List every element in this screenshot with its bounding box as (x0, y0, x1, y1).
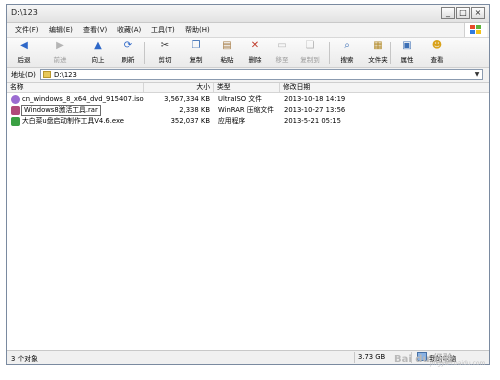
cut-button[interactable]: ✂ 剪切 (152, 40, 178, 66)
clipboard-icon: ▤ (222, 40, 232, 51)
windows-logo-icon (464, 23, 487, 37)
refresh-label: 刷新 (121, 56, 135, 64)
delete-icon: ✕ (250, 40, 260, 51)
copy-to-label: 复制到 (300, 56, 320, 64)
delete-label: 删除 (248, 56, 262, 64)
cut-label: 剪切 (158, 56, 172, 64)
file-size: 2,338 KB (179, 106, 210, 114)
title-bar[interactable]: D:\123 _ □ × (7, 5, 489, 23)
views-smiley-icon: ☻ (431, 40, 443, 51)
forward-button[interactable]: ▶ 前进 (47, 40, 73, 66)
file-size: 352,037 KB (170, 117, 210, 125)
move-to-button[interactable]: ▭ 移至 (269, 40, 295, 66)
refresh-icon: ⟳ (123, 40, 133, 51)
copy-button[interactable]: ❐ 复制 (183, 40, 209, 66)
explorer-window: D:\123 _ □ × 文件(F) 编辑(E) 查看(V) 收藏(A) 工具(… (6, 4, 490, 365)
properties-button[interactable]: ▣ 属性 (394, 40, 420, 66)
forward-label: 前进 (53, 56, 67, 64)
up-button[interactable]: ▲ 向上 (85, 40, 111, 66)
folder-icon (43, 71, 51, 78)
file-name: cn_windows_8_x64_dvd_915407.iso (22, 95, 144, 103)
back-label: 后退 (17, 56, 31, 64)
maximize-button[interactable]: □ (456, 7, 470, 19)
up-arrow-icon: ▲ (94, 40, 102, 51)
menu-help[interactable]: 帮助(H) (185, 25, 210, 35)
column-modified[interactable]: 修改日期 (280, 83, 489, 92)
menu-view[interactable]: 查看(V) (83, 25, 107, 35)
watermark-url: jingyan.baidu.com (430, 360, 486, 367)
file-type: 应用程序 (218, 117, 246, 125)
toolbar-separator (390, 42, 391, 64)
move-to-icon: ▭ (277, 40, 287, 51)
folder-tree-icon: ▦ (373, 40, 383, 51)
copy-icon: ❐ (191, 40, 201, 51)
file-row[interactable]: Windows8激活工具.rar 2,338 KB WinRAR 压缩文件 20… (7, 105, 489, 116)
scissors-icon: ✂ (160, 40, 170, 51)
paste-label: 粘贴 (220, 56, 234, 64)
iso-icon (11, 95, 20, 104)
file-type: UltraISO 文件 (218, 95, 262, 103)
menu-bar: 文件(F) 编辑(E) 查看(V) 收藏(A) 工具(T) 帮助(H) (7, 23, 489, 38)
views-button[interactable]: ☻ 查看 (424, 40, 450, 66)
file-row[interactable]: 大白菜u盘启动制作工具V4.6.exe 352,037 KB 应用程序 2013… (7, 116, 489, 127)
status-divider (354, 352, 355, 363)
file-name: 大白菜u盘启动制作工具V4.6.exe (22, 117, 124, 125)
back-arrow-icon: ◀ (20, 40, 28, 51)
menu-edit[interactable]: 编辑(E) (49, 25, 73, 35)
address-bar: 地址(D) D:\123 ▼ (7, 68, 489, 83)
column-size[interactable]: 大小 (144, 83, 214, 92)
minimize-button[interactable]: _ (441, 7, 455, 19)
search-icon: ⌕ (344, 40, 350, 51)
window-title: D:\123 (11, 8, 38, 17)
folders-label: 文件夹 (368, 56, 388, 64)
status-object-count: 3 个对象 (11, 355, 38, 363)
copy-label: 复制 (189, 56, 203, 64)
toolbar-separator (144, 42, 145, 64)
search-button[interactable]: ⌕ 搜索 (334, 40, 360, 66)
file-row[interactable]: cn_windows_8_x64_dvd_915407.iso 3,567,33… (7, 94, 489, 105)
back-button[interactable]: ◀ 后退 (11, 40, 37, 66)
views-label: 查看 (430, 56, 444, 64)
refresh-button[interactable]: ⟳ 刷新 (115, 40, 141, 66)
menu-file[interactable]: 文件(F) (15, 25, 39, 35)
file-modified: 2013-5-21 05:15 (284, 117, 341, 125)
chevron-down-icon[interactable]: ▼ (473, 71, 481, 78)
up-label: 向上 (91, 56, 105, 64)
file-modified: 2013-10-27 13:56 (284, 106, 346, 114)
address-value: D:\123 (54, 71, 77, 79)
column-type[interactable]: 类型 (214, 83, 280, 92)
search-label: 搜索 (340, 56, 354, 64)
copy-to-icon: ❏ (305, 40, 315, 51)
toolbar-separator (329, 42, 330, 64)
file-type: WinRAR 压缩文件 (218, 106, 274, 114)
column-name[interactable]: 名称 (7, 83, 144, 92)
status-size: 3.73 GB (358, 353, 386, 361)
file-name: Windows8激活工具.rar (21, 105, 101, 116)
close-button[interactable]: × (471, 7, 485, 19)
properties-icon: ▣ (402, 40, 412, 51)
forward-arrow-icon: ▶ (56, 40, 64, 51)
exe-icon (11, 117, 20, 126)
file-list: cn_windows_8_x64_dvd_915407.iso 3,567,33… (7, 93, 489, 353)
properties-label: 属性 (400, 56, 414, 64)
file-size: 3,567,334 KB (164, 95, 210, 103)
copy-to-button[interactable]: ❏ 复制到 (297, 40, 323, 66)
folders-button[interactable]: ▦ 文件夹 (365, 40, 391, 66)
menu-tools[interactable]: 工具(T) (151, 25, 175, 35)
address-label: 地址(D) (11, 71, 36, 79)
toolbar: ◀ 后退 ▶ 前进 ▲ 向上 ⟳ 刷新 ✂ 剪切 ❐ 复制 ▤ 粘贴 ✕ 删除 … (7, 38, 489, 68)
move-to-label: 移至 (275, 56, 289, 64)
address-input[interactable]: D:\123 ▼ (40, 69, 483, 80)
column-header: 名称 大小 类型 修改日期 (7, 83, 489, 93)
paste-button[interactable]: ▤ 粘贴 (214, 40, 240, 66)
file-modified: 2013-10-18 14:19 (284, 95, 346, 103)
menu-favorites[interactable]: 收藏(A) (117, 25, 141, 35)
delete-button[interactable]: ✕ 删除 (242, 40, 268, 66)
rar-icon (11, 106, 20, 115)
